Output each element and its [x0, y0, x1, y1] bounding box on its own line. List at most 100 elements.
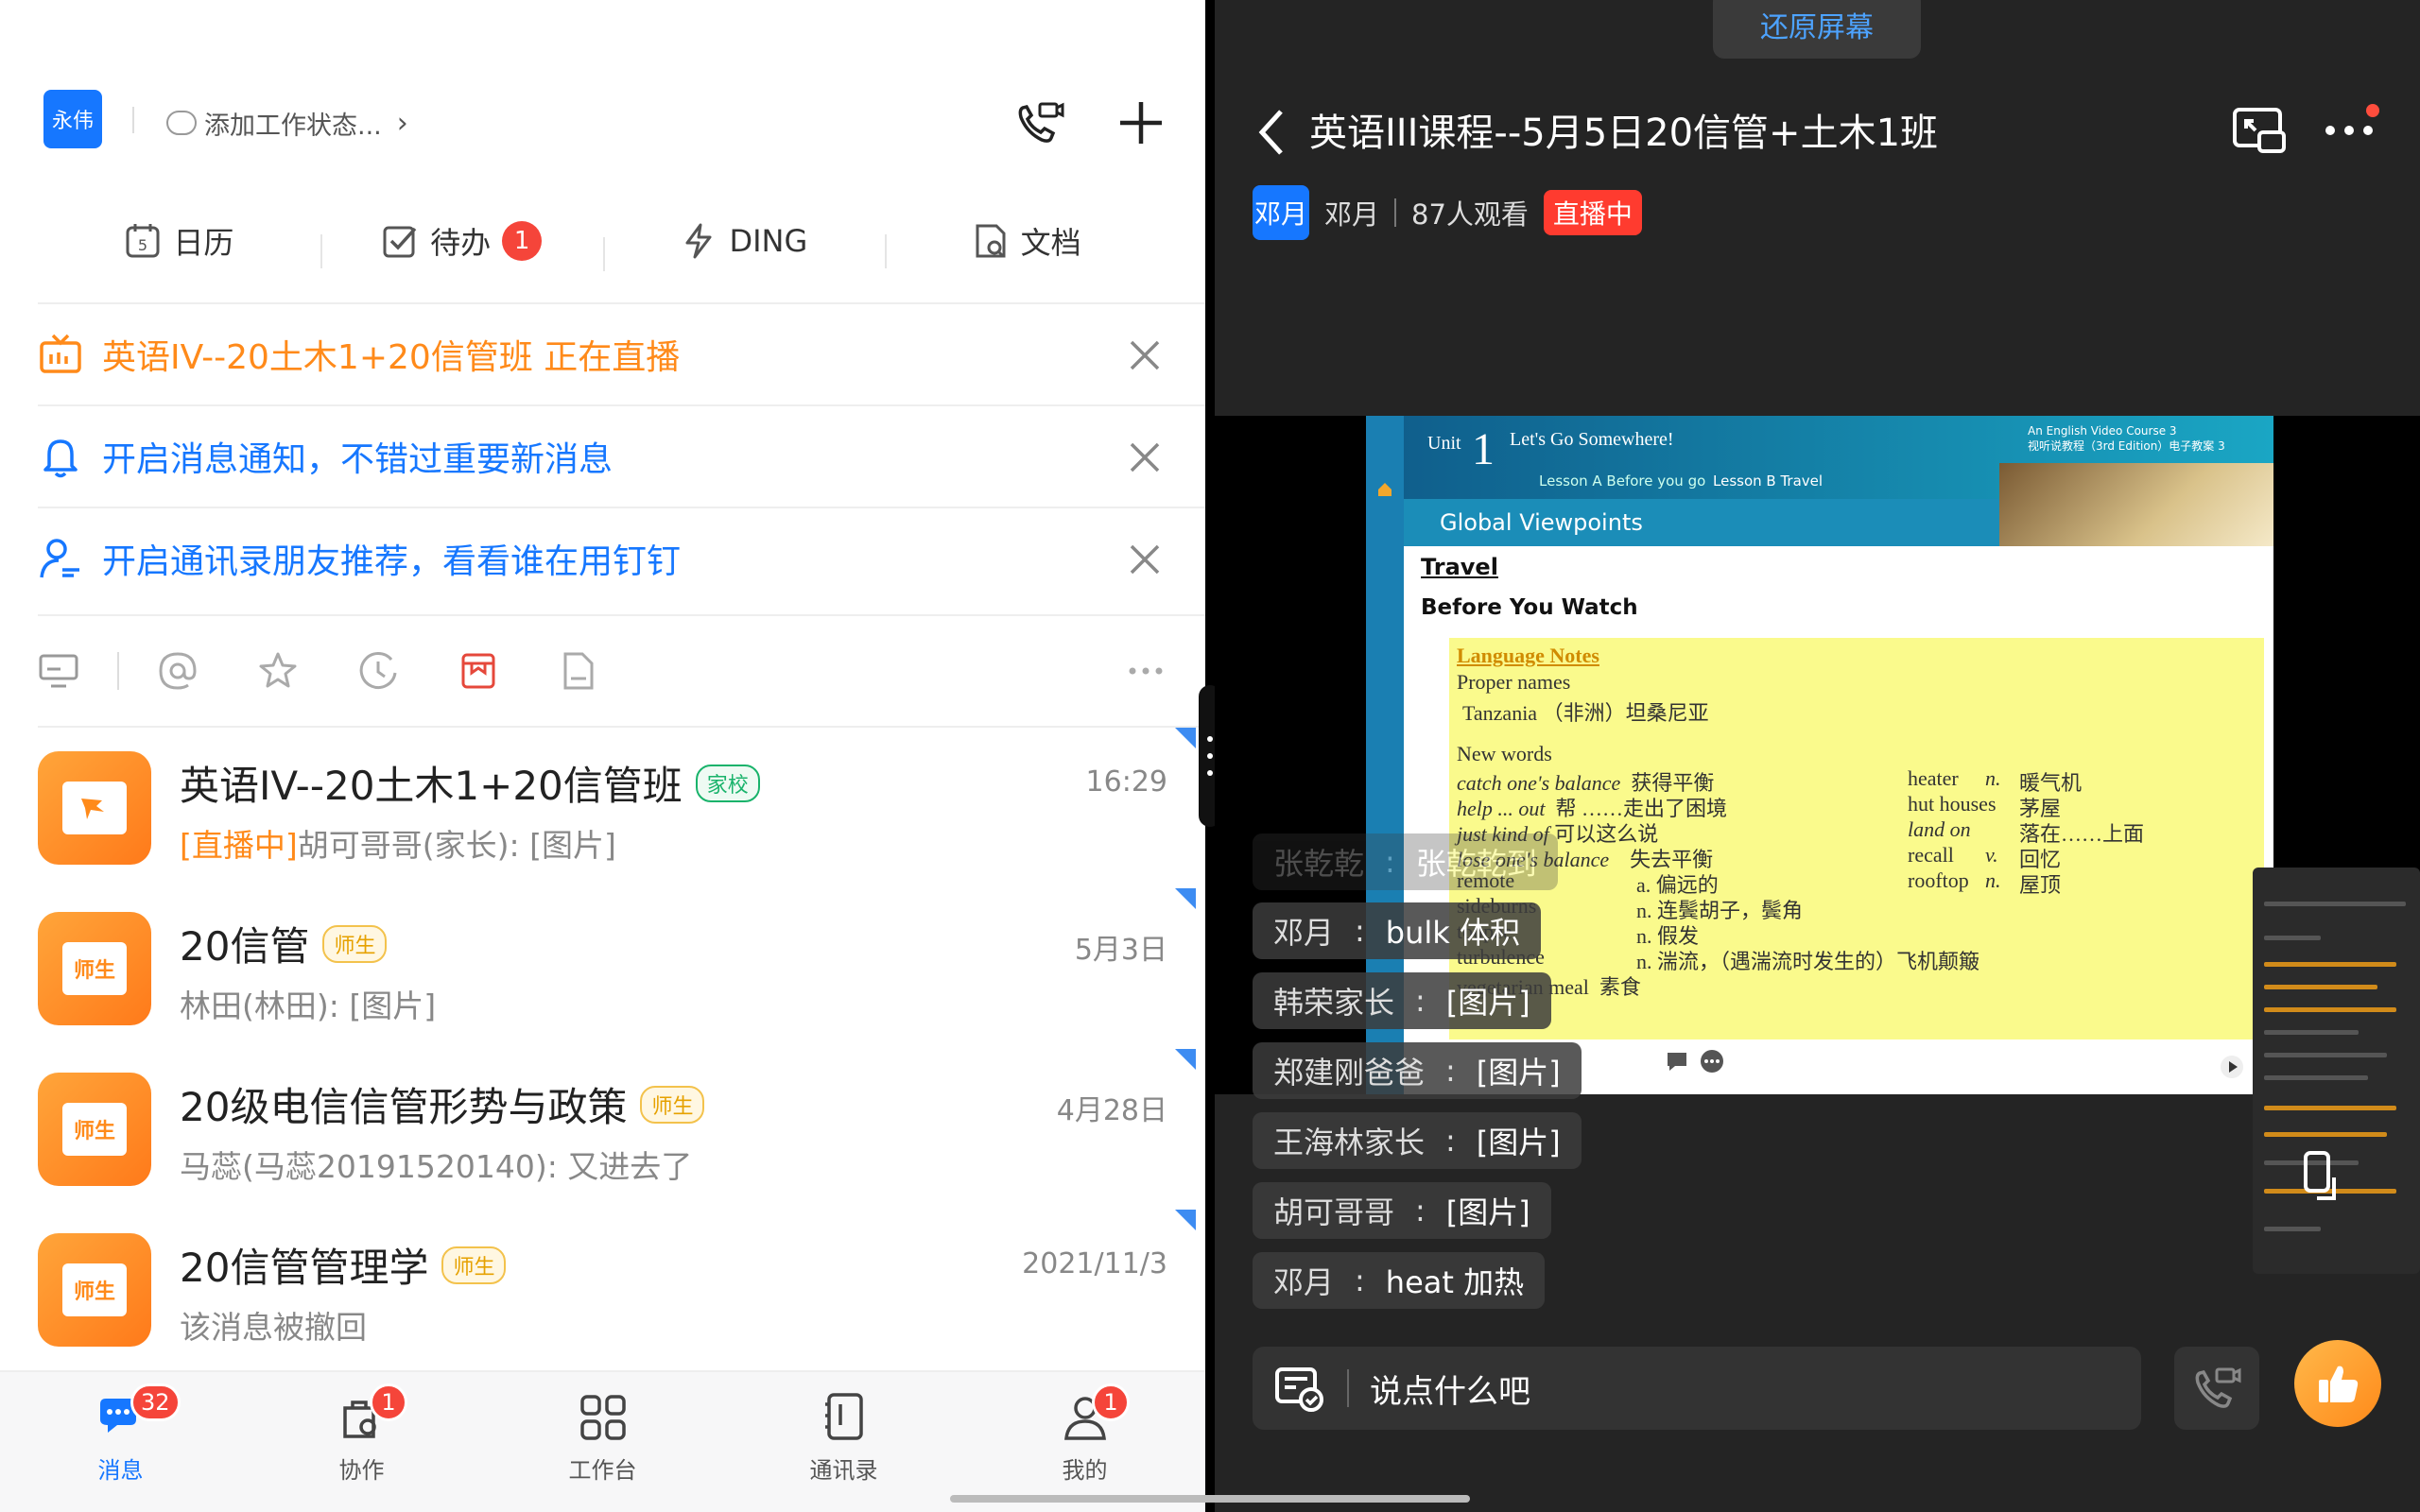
chat-preview: 林田(林田): [图片]: [180, 988, 437, 1024]
live-title: 英语III课程--5月5日20信管+土木1班: [1309, 112, 1939, 155]
notification-dot: [2366, 104, 2379, 117]
panel-line: [2264, 936, 2321, 940]
divider: [117, 652, 119, 690]
video-call-icon[interactable]: [1007, 90, 1073, 156]
home-indicator[interactable]: [950, 1495, 1470, 1503]
todo-label: 待办: [430, 225, 492, 261]
chat-title-text: 20级电信信管形势与政策: [180, 1084, 628, 1130]
comment-icon[interactable]: [1665, 1049, 1689, 1074]
new-words-label: New words: [1457, 742, 1552, 765]
comment-user: 韩荣家长: [1273, 985, 1395, 1021]
comment-placeholder: 说点什么吧: [1370, 1372, 1530, 1411]
chat-preview-text: 胡可哥哥(家长): [图片]: [297, 827, 616, 864]
pinned-marker: [1175, 728, 1196, 748]
chat-preview: 该消息被撤回: [180, 1309, 367, 1346]
chat-preview: 马蕊(马蕊20191520140): 又进去了: [180, 1148, 693, 1185]
docs-button[interactable]: 文档: [885, 219, 1167, 268]
contact-recommend-icon: [40, 539, 79, 578]
form-check-icon[interactable]: [1273, 1362, 1326, 1415]
contacts-icon: [824, 1393, 863, 1440]
docs-label: 文档: [1020, 225, 1081, 261]
live-notice[interactable]: 英语IV--20土木1+20信管班 正在直播: [38, 302, 1205, 404]
ding-button[interactable]: DING: [602, 222, 886, 271]
bookmark-red-icon[interactable]: [458, 650, 499, 692]
word-row: heater n. 暖气机: [1908, 766, 2082, 795]
chat-item[interactable]: 师生 20信管 师生 5月3日 林田(林田): [图片]: [0, 888, 1205, 1049]
section-title: Global Viewpoints: [1404, 499, 1999, 546]
bottom-tab-bar: 消息 32 协作 1 工作台 通讯录 我的 1: [0, 1370, 1205, 1512]
panel-line: [2264, 1132, 2387, 1137]
book-icon: 师生: [62, 1263, 127, 1316]
word-en: rooftop: [1908, 868, 1969, 892]
file-icon[interactable]: [558, 650, 599, 692]
restore-screen-button[interactable]: 还原屏幕: [1713, 0, 1921, 59]
document-icon: [976, 224, 1006, 258]
slide-heading: Travel: [1421, 554, 1498, 580]
contact-recommend-text: 开启通讯录朋友推荐，看看谁在用钉钉: [102, 542, 682, 581]
tab-label: 协作: [338, 1457, 385, 1484]
host-name: 邓月: [1324, 198, 1380, 231]
host-avatar[interactable]: 邓月: [1253, 185, 1309, 240]
tab-profile[interactable]: 我的 1: [964, 1372, 1205, 1512]
like-button[interactable]: [2294, 1340, 2381, 1427]
screen-cast-icon[interactable]: [2231, 102, 2288, 159]
live-comment: 邓月: bulk 体积: [1253, 902, 1541, 959]
close-icon[interactable]: [1122, 537, 1167, 582]
live-meta: 邓月 邓月 87人观看 直播中: [1253, 185, 1642, 240]
live-comment: 王海林家长: [图片]: [1253, 1112, 1582, 1169]
comment-user: 胡可哥哥: [1273, 1194, 1395, 1230]
unread-badge: 32: [130, 1383, 181, 1421]
close-icon[interactable]: [1122, 333, 1167, 378]
ding-label: DING: [729, 223, 808, 259]
comment-user: 邓月: [1273, 1264, 1335, 1300]
chat-item[interactable]: 师生 20级电信信管形势与政策 师生 4月28日 马蕊(马蕊2019152014…: [0, 1049, 1205, 1210]
chat-item[interactable]: 英语IV--20土木1+20信管班 家校 16:29 [直播中]胡可哥哥(家长)…: [0, 728, 1205, 888]
language-notes: Language Notes Proper names Tanzania （非洲…: [1449, 638, 2264, 1040]
todo-check-icon: [383, 226, 417, 258]
play-icon[interactable]: [2220, 1055, 2244, 1079]
close-icon[interactable]: [1122, 435, 1167, 480]
tab-workbench[interactable]: 工作台: [482, 1372, 723, 1512]
back-arrow-icon[interactable]: [1253, 106, 1290, 159]
tab-collaborate[interactable]: 协作 1: [241, 1372, 482, 1512]
bell-icon: [43, 439, 78, 478]
more-circle-icon[interactable]: [1700, 1049, 1724, 1074]
user-avatar[interactable]: 永伟: [43, 90, 102, 148]
panel-line: [2264, 1053, 2387, 1057]
video-call-button[interactable]: [2174, 1347, 2259, 1430]
chat-item[interactable]: 师生 20信管管理学 师生 2021/11/3 该消息被撤回: [0, 1210, 1205, 1370]
pinned-marker: [1175, 1049, 1196, 1070]
thumbs-up-icon: [2319, 1366, 2359, 1402]
work-status-button[interactable]: 添加工作状态... ›: [166, 102, 408, 144]
tab-messages[interactable]: 消息 32: [0, 1372, 241, 1512]
word-zh: 素食: [1599, 975, 1641, 999]
plus-icon[interactable]: [1108, 90, 1174, 156]
chat-tag: 师生: [441, 1246, 507, 1284]
course-line: 视听说教程（3rd Edition）电子教案 3: [2028, 439, 2225, 453]
live-comment: 邓月: heat 加热: [1253, 1252, 1546, 1309]
word-pos: v.: [1985, 843, 1998, 867]
calendar-label: 日历: [173, 225, 234, 261]
viewer-count: 87人观看: [1411, 198, 1529, 231]
comment-input[interactable]: 说点什么吧: [1253, 1347, 2141, 1430]
clock-icon[interactable]: [357, 650, 399, 692]
chevron-right-icon: ›: [396, 106, 408, 140]
phone-rotate-icon[interactable]: [2292, 1149, 2345, 1202]
at-mention-icon[interactable]: [157, 650, 199, 692]
star-icon[interactable]: [257, 650, 299, 692]
calendar-button[interactable]: 5 日历: [38, 219, 320, 263]
desktop-icon[interactable]: [38, 650, 79, 692]
video-call-icon: [2195, 1367, 2241, 1408]
more-dots-icon[interactable]: [1125, 650, 1167, 692]
comment-text: [图片]: [1445, 1194, 1530, 1230]
panel-line: [2264, 1007, 2396, 1012]
live-comment: 胡可哥哥: [图片]: [1253, 1182, 1551, 1239]
word-row: hut houses 茅屋: [1908, 792, 2061, 820]
chat-title-text: 20信管管理学: [180, 1245, 429, 1291]
word-zh: 屋顶: [2019, 873, 2062, 897]
notification-notice[interactable]: 开启消息通知，不错过重要新消息: [38, 404, 1205, 507]
todo-button[interactable]: 待办 1: [320, 219, 603, 268]
contact-recommend-notice[interactable]: 开启通讯录朋友推荐，看看谁在用钉钉: [38, 507, 1205, 609]
tab-contacts[interactable]: 通讯录: [723, 1372, 964, 1512]
live-notice-text: 英语IV--20土木1+20信管班 正在直播: [102, 338, 681, 377]
